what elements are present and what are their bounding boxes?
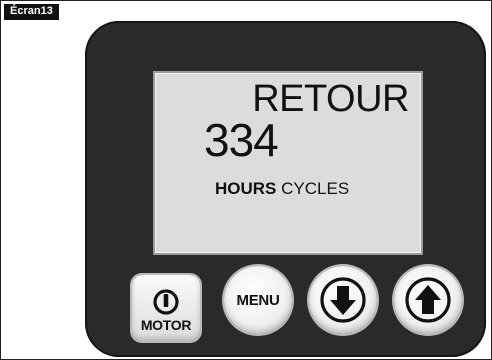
screen-tag: Écran13 [4,4,59,20]
motor-button[interactable]: MOTOR [132,275,200,341]
control-panel: RETOUR 334 HOURS CYCLES MOTOR MENU [85,21,486,357]
figure-frame: Écran13 RETOUR 334 HOURS CYCLES MOTOR ME… [0,0,492,360]
lcd-display: RETOUR 334 HOURS CYCLES [153,71,423,255]
down-button[interactable] [309,266,377,334]
power-icon [153,288,179,315]
up-button[interactable] [394,266,462,334]
arrow-up-icon [405,277,451,323]
arrow-down-icon [320,277,366,323]
lcd-title: RETOUR [252,78,409,120]
menu-label: MENU [236,291,280,309]
lcd-units: HOURS CYCLES [215,179,349,199]
menu-button[interactable]: MENU [224,266,292,334]
units-hours: HOURS [215,179,277,198]
lcd-value: 334 [204,114,279,166]
motor-label: MOTOR [140,316,192,333]
units-cycles: CYCLES [281,179,350,198]
